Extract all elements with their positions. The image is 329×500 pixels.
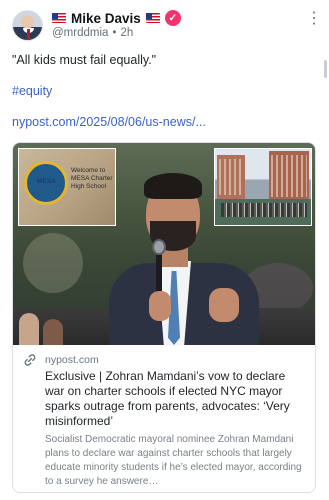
mesa-seal: MESA <box>24 161 68 205</box>
post: Mike Davis ✓ @mrddmia • 2h ⋮ "All kids m… <box>0 0 329 500</box>
speaker-hair <box>144 173 202 199</box>
post-link[interactable]: nypost.com/2025/08/06/us-news/... <box>12 115 206 129</box>
link-preview-image[interactable]: MESA Welcome to MESA Charter High School <box>13 143 315 345</box>
link-headline[interactable]: Exclusive | Zohran Mamdani’s vow to decl… <box>45 369 307 429</box>
crowd-person <box>19 313 39 345</box>
author-handle[interactable]: @mrddmia <box>52 27 108 39</box>
avatar[interactable] <box>12 10 43 41</box>
link-domain-row: nypost.com <box>23 353 307 367</box>
students-crowd <box>221 203 307 217</box>
speaker-hand <box>149 291 171 321</box>
mesa-seal-text: MESA <box>37 178 56 185</box>
link-description: Socialist Democratic mayoral nominee Zoh… <box>45 434 302 487</box>
link-icon-svg <box>24 354 36 366</box>
link-domain: nypost.com <box>45 354 99 366</box>
more-options-icon[interactable]: ⋮ <box>306 11 322 30</box>
author-name-row: Mike Davis ✓ <box>52 10 181 26</box>
verified-badge-icon: ✓ <box>164 10 181 26</box>
crowd-person <box>43 319 63 345</box>
separator-dot: • <box>112 27 117 39</box>
building-windows <box>219 159 243 195</box>
inset-school-sign: MESA Welcome to MESA Charter High School <box>18 148 116 226</box>
inset-school-building <box>214 148 312 226</box>
school-sign-text: Welcome to MESA Charter High School <box>71 167 113 190</box>
us-flag-icon <box>52 13 66 23</box>
building-windows <box>271 155 307 197</box>
us-flag-icon <box>145 13 160 23</box>
post-time[interactable]: 2h <box>120 27 133 39</box>
speaker-hand <box>209 288 239 322</box>
author-display-name[interactable]: Mike Davis <box>71 11 141 26</box>
post-text: "All kids must fail equally." <box>12 53 157 67</box>
author-handle-row: @mrddmia • 2h <box>52 27 133 39</box>
avatar-tie <box>27 29 30 40</box>
microphone-icon <box>152 239 166 255</box>
scrollbar[interactable] <box>324 60 327 78</box>
link-icon <box>23 353 37 367</box>
link-preview-meta: nypost.com Exclusive | Zohran Mamdani’s … <box>13 345 315 492</box>
link-preview-card[interactable]: MESA Welcome to MESA Charter High School <box>12 142 316 493</box>
hashtag-link[interactable]: #equity <box>12 84 52 98</box>
background-blur <box>23 233 83 293</box>
